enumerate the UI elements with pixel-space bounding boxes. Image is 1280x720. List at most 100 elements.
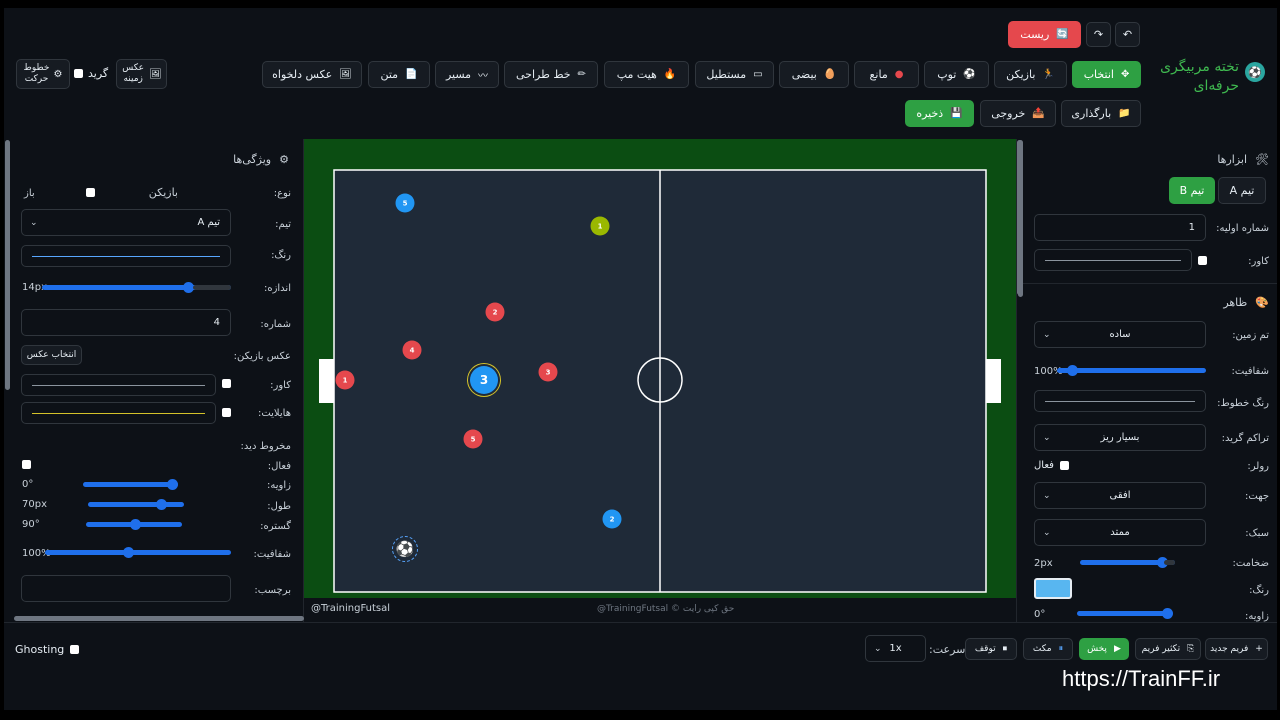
- select-tool-button[interactable]: ✥ انتخاب: [1072, 61, 1141, 88]
- start-number-input[interactable]: 1: [1034, 214, 1206, 241]
- chevron-down-icon: ⌄: [1043, 432, 1051, 443]
- open-checkbox[interactable]: [86, 188, 95, 197]
- save-button[interactable]: 💾 ذخیره: [905, 100, 974, 127]
- player-tool-button[interactable]: 🏃 بازیکن: [994, 61, 1067, 88]
- path-tool-button[interactable]: 〰 مسیر: [435, 61, 499, 88]
- thickness-slider[interactable]: [1080, 557, 1175, 568]
- player-b-2[interactable]: 2: [602, 509, 622, 529]
- team-b-button[interactable]: تیم B: [1169, 177, 1215, 204]
- pencil-icon: ✏: [577, 69, 586, 80]
- pitch-canvas[interactable]: 5 1 2 4 1 3 3 5 2 ⚽ TrainingFutsal@ حق ک…: [304, 139, 1022, 622]
- style-label: سبک:: [1245, 528, 1269, 539]
- new-frame-button[interactable]: + فریم جدید: [1205, 638, 1268, 660]
- direction-select[interactable]: افقی ⌄: [1034, 482, 1206, 509]
- grid-density-select[interactable]: بسیار ریز ⌄: [1034, 424, 1206, 451]
- team-a-button[interactable]: تیم A: [1218, 177, 1266, 204]
- size-slider[interactable]: [42, 282, 231, 293]
- cone-length-value: 70px: [22, 499, 47, 510]
- watermark-left: TrainingFutsal@: [311, 603, 391, 614]
- stop-button[interactable]: ⏹ توقف: [965, 638, 1017, 660]
- ghosting-checkbox[interactable]: [70, 645, 80, 654]
- grid-toggle[interactable]: گرید: [74, 67, 108, 80]
- opacity-label: شفافیت:: [1231, 366, 1269, 377]
- image-icon: 🖼: [149, 68, 162, 80]
- element-opacity-slider[interactable]: [45, 547, 231, 558]
- redo-button[interactable]: ↷: [1086, 22, 1111, 47]
- cone-active-checkbox[interactable]: [22, 460, 31, 469]
- text-tool-button[interactable]: 📄 متن: [368, 61, 430, 88]
- load-button[interactable]: 📁 بارگذاری: [1061, 100, 1141, 127]
- ball-tool-button[interactable]: ⚽ توپ: [924, 61, 989, 88]
- team-select[interactable]: تیم A ⌄: [21, 209, 231, 236]
- cone-angle-value: 0°: [22, 479, 34, 490]
- obstacle-tool-button[interactable]: ● مانع: [854, 61, 919, 88]
- rectangle-tool-button[interactable]: ▭ مستطیل: [695, 61, 774, 88]
- ruler-active-toggle[interactable]: فعال: [1034, 460, 1069, 471]
- player-a-3[interactable]: 3: [538, 362, 558, 382]
- player-a-4[interactable]: 4: [402, 340, 422, 360]
- cone-spread-label: گستره:: [260, 521, 291, 532]
- number-input[interactable]: 4: [21, 309, 231, 336]
- ruler-checkbox[interactable]: [1059, 461, 1069, 470]
- player-a-5[interactable]: 5: [463, 429, 483, 449]
- cone-angle-slider[interactable]: [83, 479, 178, 490]
- background-image-button[interactable]: 🖼 عکس زمینه: [116, 59, 167, 89]
- chevron-down-icon: ⌄: [874, 643, 882, 654]
- undo-button[interactable]: ↶: [1115, 22, 1140, 47]
- cover-color-picker[interactable]: [1034, 249, 1192, 271]
- ellipse-tool-button[interactable]: 🥚 بیضی: [779, 61, 849, 88]
- duplicate-frame-button[interactable]: ⎘ تکثیر فریم: [1135, 638, 1201, 660]
- player-b-5[interactable]: 5: [395, 193, 415, 213]
- play-button[interactable]: ▶ پخش: [1079, 638, 1129, 660]
- motion-lines-button[interactable]: ⚙ خطوط حرکت: [16, 59, 70, 89]
- canvas-scrollbar[interactable]: [1017, 140, 1022, 295]
- cover-checkbox[interactable]: [1198, 256, 1207, 265]
- speed-select[interactable]: 1x ⌄: [865, 635, 926, 662]
- draw-line-tool-button[interactable]: ✏ خط طراحی: [504, 61, 598, 88]
- style-select[interactable]: ممتد ⌄: [1034, 519, 1206, 546]
- pause-button[interactable]: ⏸ مکث: [1023, 638, 1073, 660]
- grid-checkbox[interactable]: [74, 69, 83, 78]
- cone-length-slider[interactable]: [88, 499, 184, 510]
- ruler-color-swatch[interactable]: [1034, 578, 1072, 599]
- player-b-3-selected[interactable]: 3: [470, 366, 498, 394]
- tools-title: 🛠 ابزارها: [1217, 153, 1269, 166]
- player-a-2[interactable]: 2: [485, 302, 505, 322]
- opacity-slider[interactable]: [1057, 365, 1206, 376]
- move-icon: ✥: [1120, 69, 1130, 80]
- custom-image-tool-button[interactable]: 🖼 عکس دلخواه: [262, 61, 362, 88]
- cone-angle-label: زاویه:: [267, 480, 291, 491]
- player-a-1[interactable]: 1: [335, 370, 355, 390]
- angle-slider[interactable]: [1077, 608, 1173, 619]
- play-icon: ▶: [1113, 644, 1121, 654]
- field-theme-select[interactable]: ساده ⌄: [1034, 321, 1206, 348]
- ghosting-toggle[interactable]: Ghosting: [15, 643, 80, 656]
- export-button[interactable]: 📤 خروجی: [980, 100, 1056, 127]
- left-panel-scrollbar[interactable]: [5, 140, 10, 390]
- cover-color-picker[interactable]: [21, 374, 216, 396]
- reset-button[interactable]: 🔄 ریست: [1008, 21, 1081, 48]
- ball[interactable]: ⚽: [392, 536, 418, 562]
- ball-icon: ⚽: [963, 69, 976, 80]
- horizontal-scrollbar[interactable]: [14, 616, 304, 621]
- highlight-checkbox[interactable]: [222, 408, 231, 417]
- line-color-picker[interactable]: [1034, 390, 1206, 412]
- cone-length-label: طول:: [267, 501, 291, 512]
- goalkeeper-1[interactable]: 1: [590, 216, 610, 236]
- cone-spread-slider[interactable]: [86, 519, 182, 530]
- select-photo-button[interactable]: انتخاب عکس: [21, 345, 82, 365]
- runner-icon: 🏃: [1042, 69, 1055, 80]
- export-icon: 📤: [1032, 108, 1045, 119]
- soccer-ball-icon: ⚽: [1245, 62, 1265, 82]
- player-color-picker[interactable]: [21, 245, 231, 267]
- cover-checkbox[interactable]: [222, 379, 231, 388]
- highlight-color-picker[interactable]: [21, 402, 216, 424]
- save-icon: 💾: [950, 108, 963, 119]
- site-url-overlay: https://TrainFF.ir: [1062, 666, 1221, 691]
- cone-active-label: فعال:: [267, 461, 291, 472]
- cover-label: کاور:: [270, 380, 291, 391]
- tag-input[interactable]: [21, 575, 231, 602]
- ball-icon: ⚽: [395, 540, 415, 558]
- heatmap-tool-button[interactable]: 🔥 هیت مپ: [604, 61, 689, 88]
- tag-label: برچسب:: [254, 585, 291, 596]
